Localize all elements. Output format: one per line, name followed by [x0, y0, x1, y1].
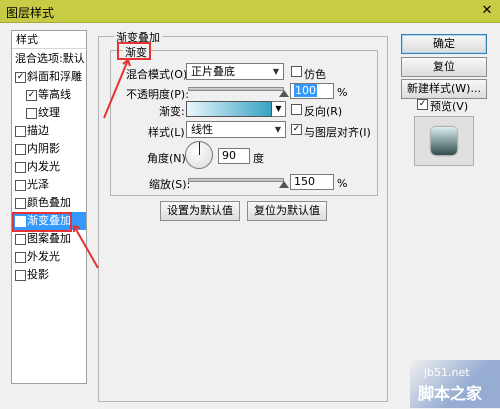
watermark-brand: 脚本之家: [418, 384, 483, 403]
annotation-arrows: [73, 58, 131, 269]
watermark-site: jb51.net: [424, 366, 470, 379]
arrow-to-gradient-overlay: [73, 225, 99, 269]
arrow-to-subgroup-title: [103, 59, 129, 119]
